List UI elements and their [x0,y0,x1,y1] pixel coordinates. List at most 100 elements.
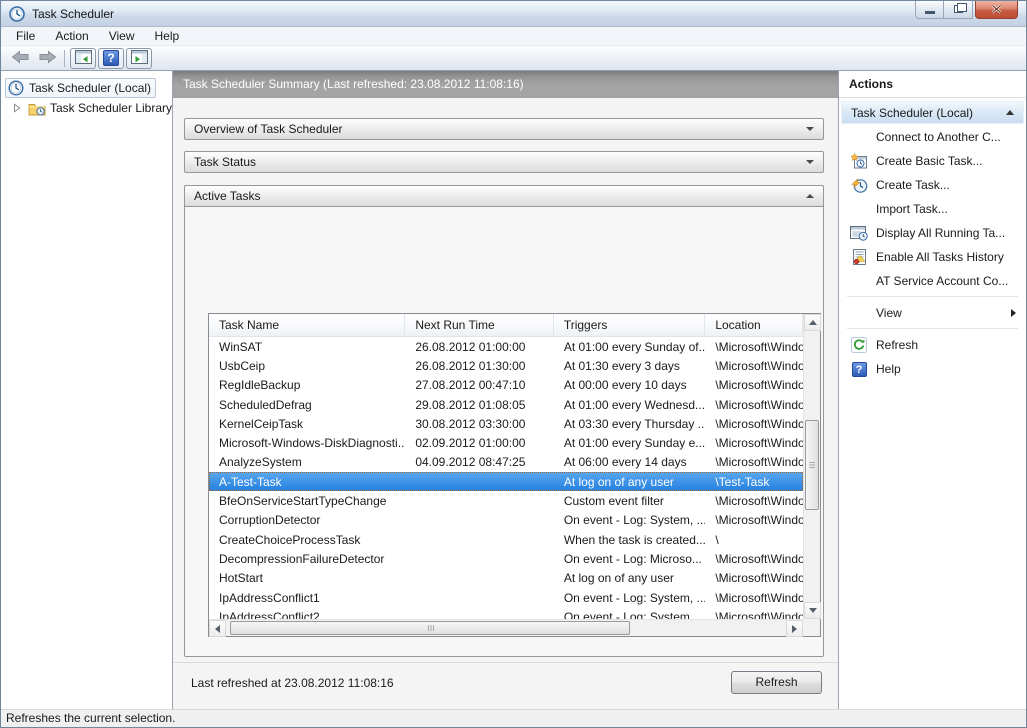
vertical-scrollbar[interactable] [803,314,820,619]
show-action-pane-icon [131,50,148,67]
section-bar-overview-of-task-scheduler[interactable]: Overview of Task Scheduler [184,118,824,140]
cell-task-name: A-Test-Task [209,472,405,491]
action-enable-all-tasks-history[interactable]: Enable All Tasks History [841,245,1024,269]
table-row[interactable]: A-Test-TaskAt log on of any user\Test-Ta… [209,472,803,491]
table-row[interactable]: IpAddressConflict1On event - Log: System… [209,588,803,607]
cell-location: \Microsoft\Windo [705,395,803,414]
scroll-down-button[interactable] [804,602,821,619]
actions-group-label: Task Scheduler (Local) [851,106,973,120]
action-label: Create Basic Task... [876,154,983,168]
table-row[interactable]: CreateChoiceProcessTask When the task is … [209,530,803,549]
action-label: Connect to Another C... [876,130,1001,144]
create-task-icon [849,177,869,193]
horizontal-scrollbar[interactable] [209,619,803,636]
expand-icon[interactable] [806,127,814,131]
table-row[interactable]: RegIdleBackup27.08.2012 00:47:10At 00:00… [209,376,803,395]
action-connect-to-another-c[interactable]: Connect to Another C... [841,125,1024,149]
action-create-basic-task[interactable]: Create Basic Task... [841,149,1024,173]
action-view[interactable]: View [841,301,1024,325]
table-row[interactable]: AnalyzeSystem04.09.2012 08:47:25At 06:00… [209,453,803,472]
table-row[interactable]: WinSAT26.08.2012 01:00:00At 01:00 every … [209,337,803,356]
arrow-right-icon [792,625,797,633]
collapse-icon[interactable] [806,194,814,198]
table-row[interactable]: KernelCeipTask30.08.2012 03:30:00At 03:3… [209,414,803,433]
close-button[interactable] [975,0,1018,19]
table-row[interactable]: IpAddressConflict2On event - Log: System… [209,607,803,619]
column-header-next-run-time[interactable]: Next Run Time [405,314,554,336]
scrollbar-corner [803,619,820,636]
cell-location: \Microsoft\Windo [705,433,803,452]
cell-triggers: At 01:00 every Wednesd... [554,395,705,414]
forward-arrow-button[interactable] [34,48,60,68]
thumb-grip [428,625,435,631]
action-label: View [876,306,902,320]
menu-action[interactable]: Action [45,27,98,45]
menu-file[interactable]: File [6,27,45,45]
section-bar-active-tasks[interactable]: Active Tasks [184,185,824,207]
display-running-tasks-icon [849,226,869,241]
cell-task-name: HotStart [209,569,405,588]
cell-location: \Microsoft\Windo [705,569,803,588]
cell-task-name: RegIdleBackup [209,376,405,395]
table-row[interactable]: HotStartAt log on of any user\Microsoft\… [209,569,803,588]
task-scheduler-icon [9,6,25,22]
action-label: Import Task... [876,202,948,216]
thumb-grip [809,462,815,468]
status-bar: Refreshes the current selection. [1,709,1026,727]
forward-arrow-icon [37,49,57,68]
cell-triggers: At 00:00 every 10 days [554,376,705,395]
menu-help[interactable]: Help [145,27,190,45]
cell-next-run-time: 04.09.2012 08:47:25 [405,453,554,472]
cell-task-name: AnalyzeSystem [209,453,405,472]
cell-triggers: On event - Log: System, ... [554,511,705,530]
cell-triggers: Custom event filter [554,491,705,510]
cell-next-run-time: 30.08.2012 03:30:00 [405,414,554,433]
table-row[interactable]: UsbCeip26.08.2012 01:30:00At 01:30 every… [209,356,803,375]
back-arrow-button[interactable] [8,48,34,68]
horizontal-scroll-thumb[interactable] [230,621,630,635]
refresh-button[interactable]: Refresh [731,671,822,694]
column-header-task-name[interactable]: Task Name [209,314,405,336]
cell-task-name: IpAddressConflict2 [209,607,405,619]
cell-task-name: CreateChoiceProcessTask [209,530,405,549]
scroll-up-button[interactable] [804,314,821,331]
tree-item-label: Task Scheduler Library [50,101,172,115]
cell-triggers: At 01:30 every 3 days [554,356,705,375]
actions-group-header[interactable]: Task Scheduler (Local) [841,101,1024,124]
toolbar-separator [64,50,65,67]
tree-item-task-scheduler-library[interactable]: Task Scheduler Library [1,98,172,118]
cell-triggers: When the task is created... [554,530,705,549]
action-refresh[interactable]: Refresh [841,333,1024,357]
tree-item-task-scheduler-local[interactable]: Task Scheduler (Local) [1,78,172,98]
minimize-button[interactable] [915,0,944,19]
restore-button[interactable] [944,0,973,19]
scroll-right-button[interactable] [786,620,803,637]
scroll-left-button[interactable] [209,620,226,637]
table-row[interactable]: DecompressionFailureDetectorOn event - L… [209,549,803,568]
action-at-service-account-co[interactable]: AT Service Account Co... [841,269,1024,293]
show-action-pane-button[interactable] [126,48,152,69]
expander-icon[interactable] [13,103,24,113]
expand-icon[interactable] [806,160,814,164]
section-bar-task-status[interactable]: Task Status [184,151,824,173]
column-header-triggers[interactable]: Triggers [554,314,705,336]
cell-triggers: At 01:00 every Sunday of... [554,337,705,356]
table-row[interactable]: ScheduledDefrag29.08.2012 01:08:05At 01:… [209,395,803,414]
action-display-all-running-ta[interactable]: Display All Running Ta... [841,221,1024,245]
action-help[interactable]: Help [841,357,1024,381]
help-button[interactable] [98,48,124,69]
vertical-scroll-thumb[interactable] [805,420,819,510]
column-header-location[interactable]: Location [705,314,803,336]
console-tree-pane: Task Scheduler (Local) Task Scheduler Lib… [1,71,173,709]
table-row[interactable]: Microsoft-Windows-DiskDiagnosti...02.09.… [209,433,803,452]
cell-next-run-time [405,588,554,607]
action-import-task[interactable]: Import Task... [841,197,1024,221]
menu-view[interactable]: View [99,27,145,45]
summary-pane: Task Scheduler Summary (Last refreshed: … [173,71,839,709]
action-create-task[interactable]: Create Task... [841,173,1024,197]
table-row[interactable]: CorruptionDetectorOn event - Log: System… [209,511,803,530]
table-row[interactable]: BfeOnServiceStartTypeChangeCustom event … [209,491,803,510]
main-area: Task Scheduler (Local) Task Scheduler Lib… [1,71,1026,709]
show-console-tree-button[interactable] [70,48,96,69]
collapse-icon[interactable] [1006,110,1014,115]
